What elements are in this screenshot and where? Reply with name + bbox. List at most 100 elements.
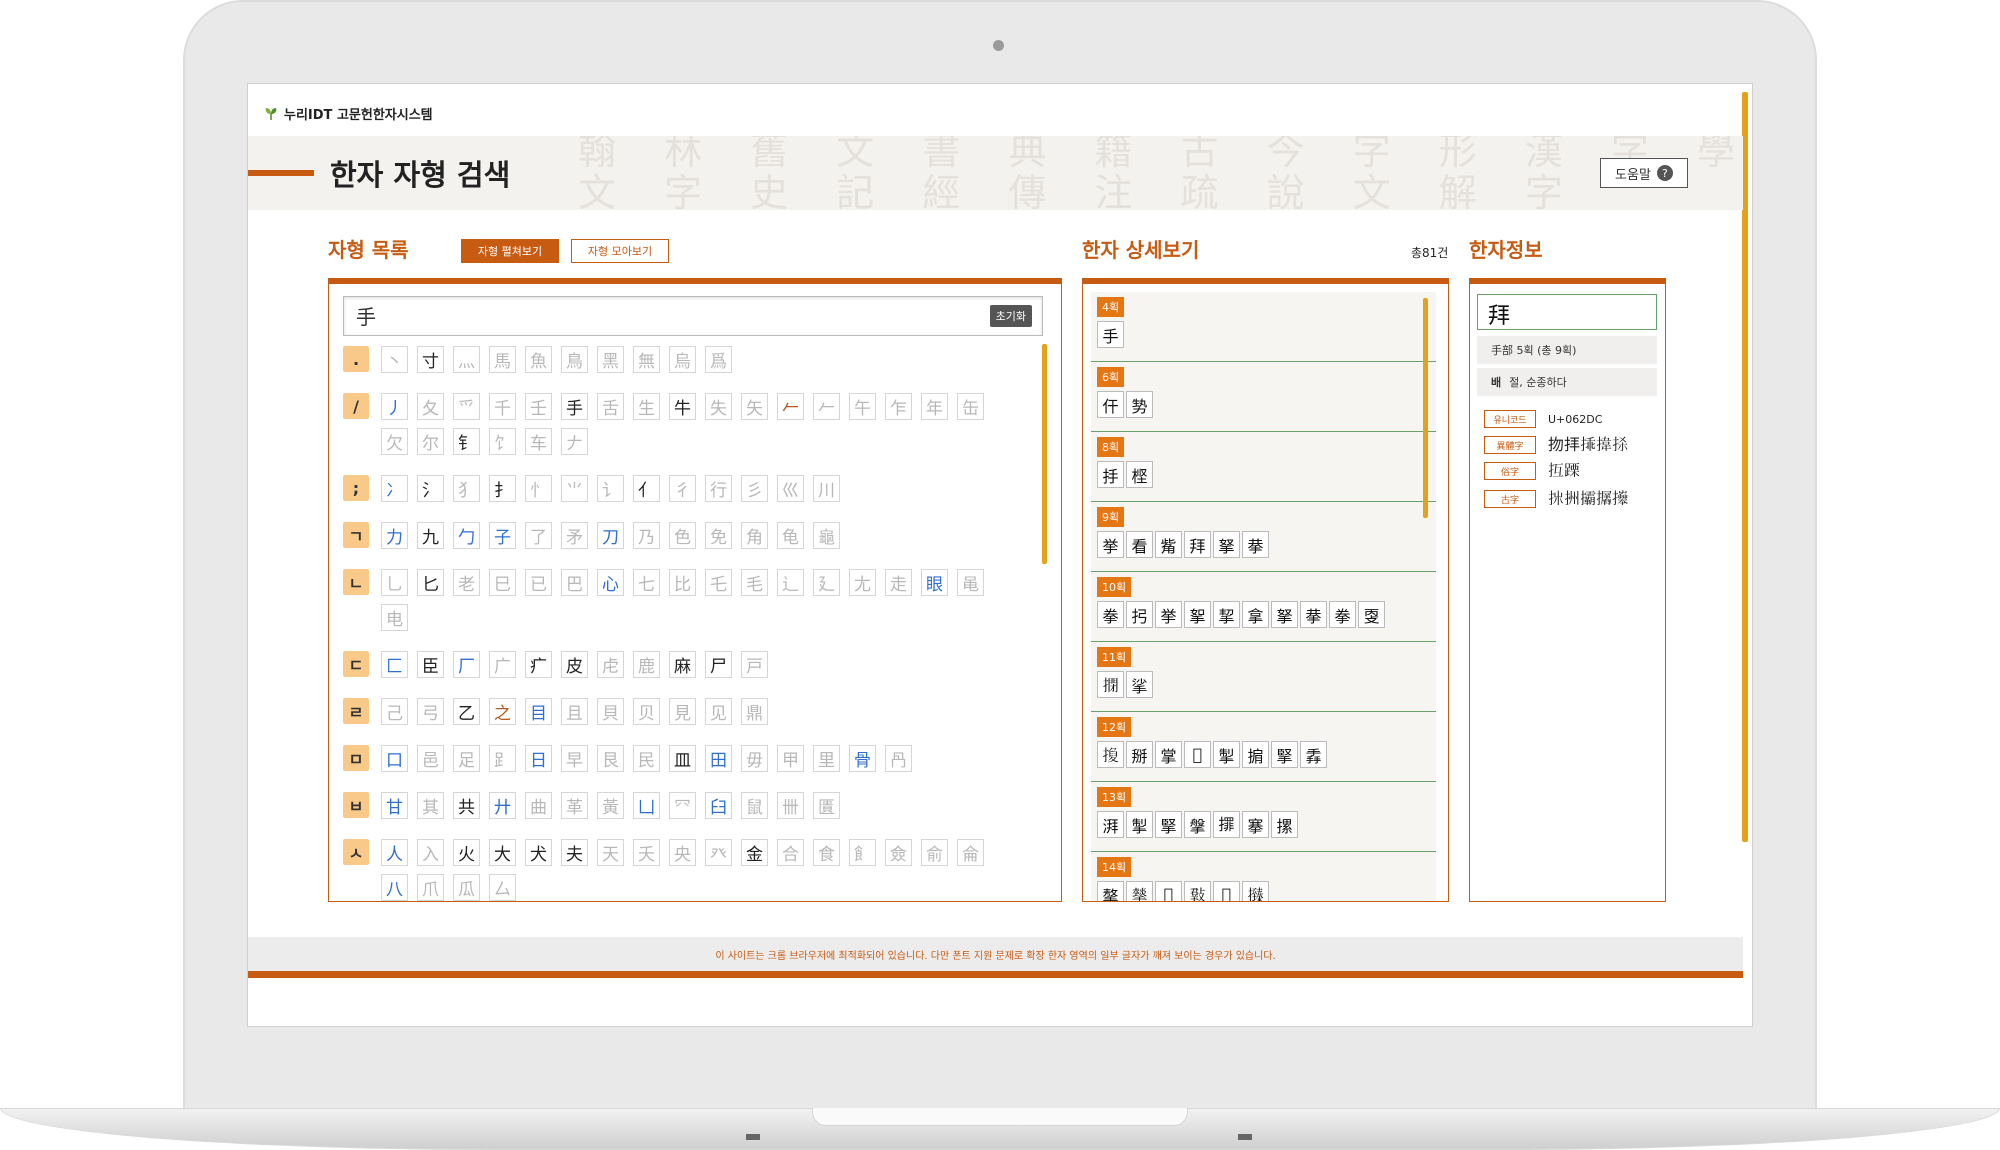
radical-cell[interactable]: 無 [633, 346, 660, 373]
radical-cell[interactable]: 了 [525, 522, 552, 549]
detail-char-cell[interactable]: 拳 [1329, 601, 1356, 628]
radical-cell[interactable]: 凵 [633, 792, 660, 819]
radical-cell[interactable]: 刀 [597, 522, 624, 549]
row-label[interactable]: ; [343, 475, 369, 501]
radical-cell[interactable]: 㓁 [669, 792, 696, 819]
radical-cell[interactable]: 电 [381, 604, 408, 631]
radical-cell[interactable]: 天 [597, 839, 624, 866]
radical-cell[interactable]: 廴 [813, 569, 840, 596]
detail-char-cell[interactable]: 拳 [1097, 601, 1124, 628]
detail-char-cell[interactable]: 挈 [1213, 601, 1240, 628]
radical-cell[interactable]: 彳 [669, 475, 696, 502]
radical-cell[interactable]: 毋 [741, 745, 768, 772]
radical-cell[interactable]: 舌 [597, 393, 624, 420]
radical-cell[interactable]: 烏 [669, 346, 696, 373]
radical-cell[interactable]: 匱 [813, 792, 840, 819]
detail-char-cell[interactable]: 搫 [1184, 811, 1211, 838]
row-label[interactable]: ㅁ [343, 745, 369, 771]
detail-char-cell[interactable]: 𢸩 [1242, 881, 1269, 901]
detail-char-cell[interactable]: 搴 [1242, 811, 1269, 838]
detail-char-cell[interactable]: 湃 [1097, 811, 1124, 838]
radical-cell[interactable]: 心 [597, 569, 624, 596]
radical-cell[interactable]: 鼎 [741, 698, 768, 725]
detail-char-cell[interactable]: 𢸧 [1126, 881, 1153, 901]
detail-char-cell[interactable]: 看 [1126, 531, 1153, 558]
view-spread-button[interactable]: 자형 펼쳐보기 [461, 239, 559, 263]
radical-cell[interactable]: 甘 [381, 792, 408, 819]
radical-cell[interactable]: 𠂉 [777, 393, 804, 420]
detail-char-cell[interactable]: 拲 [1300, 601, 1327, 628]
row-label[interactable]: ㄹ [343, 698, 369, 724]
radical-cell[interactable]: 乇 [705, 569, 732, 596]
reset-button[interactable]: 초기화 [989, 305, 1032, 327]
radical-cell[interactable]: 扌 [489, 475, 516, 502]
radical-cell[interactable]: 犬 [525, 839, 552, 866]
radical-cell[interactable]: 乙 [453, 698, 480, 725]
detail-char-cell[interactable]: 掮 [1242, 741, 1269, 768]
radical-cell[interactable]: 爲 [705, 346, 732, 373]
radical-cell[interactable]: 鼠 [741, 792, 768, 819]
radical-cell[interactable]: 曲 [525, 792, 552, 819]
radical-cell[interactable]: 瓜 [453, 874, 480, 901]
radical-cell[interactable]: 入 [417, 839, 444, 866]
radical-cell[interactable]: 合 [777, 839, 804, 866]
radical-cell[interactable]: 毛 [741, 569, 768, 596]
radical-cell[interactable]: 飠 [849, 839, 876, 866]
radical-cell[interactable]: 早 [561, 745, 588, 772]
popular-chars[interactable]: 𢪔𨃙 [1548, 460, 1580, 480]
radical-cell[interactable]: 冎 [885, 745, 912, 772]
detail-char-cell[interactable]: 掱 [1300, 741, 1327, 768]
detail-char-cell[interactable]: 㭴 [1126, 461, 1153, 488]
radical-cell[interactable]: 俞 [921, 839, 948, 866]
radical-cell[interactable]: 厂 [453, 651, 480, 678]
radical-cell[interactable]: 癶 [705, 839, 732, 866]
detail-char-cell[interactable]: 抙 [1097, 461, 1124, 488]
radical-cell[interactable]: 艮 [597, 745, 624, 772]
radical-cell[interactable]: 车 [525, 428, 552, 455]
radical-cell[interactable]: 矛 [561, 522, 588, 549]
radical-cell[interactable]: 大 [489, 839, 516, 866]
radical-cell[interactable]: 邑 [417, 745, 444, 772]
detail-char-cell[interactable]: 掔 [1155, 811, 1182, 838]
radical-cell[interactable]: 見 [669, 698, 696, 725]
radical-cell[interactable]: 丶 [381, 346, 408, 373]
radical-cell[interactable]: 黃 [597, 792, 624, 819]
radical-cell[interactable]: 广 [489, 651, 516, 678]
radical-cell[interactable]: ⺌ [561, 475, 588, 502]
radical-cell[interactable]: 戸 [741, 651, 768, 678]
row-label[interactable]: / [343, 393, 369, 419]
detail-char-cell[interactable]: 𢴼 [1097, 741, 1124, 768]
radical-cell[interactable]: 里 [813, 745, 840, 772]
radical-cell[interactable]: 欠 [381, 428, 408, 455]
detail-char-cell[interactable]: 𢴃 [1184, 741, 1211, 768]
radical-cell[interactable]: 厶 [489, 874, 516, 901]
detail-char-cell[interactable]: 㪅 [1358, 601, 1385, 628]
radical-cell[interactable]: 麻 [669, 651, 696, 678]
ancient-chars[interactable]: 𢫂𢫧𢺞𢺟𢷎 [1548, 488, 1628, 508]
radical-cell[interactable]: 贝 [633, 698, 660, 725]
detail-char-cell[interactable]: 𢶀 [1213, 811, 1240, 838]
radical-cell[interactable]: 老 [453, 569, 480, 596]
radical-cell[interactable]: 革 [561, 792, 588, 819]
radical-cell[interactable]: 见 [705, 698, 732, 725]
radical-cell[interactable]: 田 [705, 745, 732, 772]
radical-cell[interactable]: 疒 [525, 651, 552, 678]
detail-char-cell[interactable]: 拲 [1242, 531, 1269, 558]
radical-cell[interactable]: 子 [489, 522, 516, 549]
detail-char-cell[interactable]: 挲 [1126, 671, 1153, 698]
detail-char-cell[interactable]: 𣀄 [1184, 881, 1211, 901]
detail-char-cell[interactable]: 挙 [1155, 601, 1182, 628]
radical-cell[interactable]: 比 [669, 569, 696, 596]
radical-cell[interactable]: 龜 [813, 522, 840, 549]
radical-cell[interactable]: 七 [633, 569, 660, 596]
radical-cell[interactable]: 犭 [453, 475, 480, 502]
detail-char-cell[interactable]: 𢸟 [1155, 881, 1182, 901]
radical-cell[interactable]: 鳥 [561, 346, 588, 373]
radical-cell[interactable]: 𠂉 [813, 393, 840, 420]
radical-cell[interactable]: 勹 [453, 522, 480, 549]
detail-char-cell[interactable]: 摮 [1097, 881, 1124, 901]
radical-cell[interactable]: 失 [705, 393, 732, 420]
radical-cell[interactable]: 已 [525, 569, 552, 596]
detail-char-cell[interactable]: 挐 [1184, 601, 1211, 628]
radical-cell[interactable]: 色 [669, 522, 696, 549]
